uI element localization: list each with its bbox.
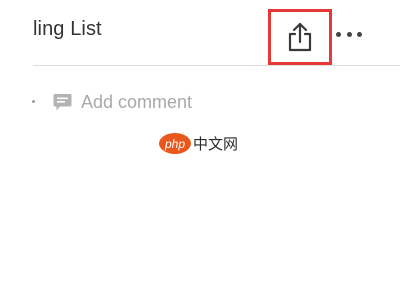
more-dot-icon: [357, 31, 362, 37]
header-divider: [33, 65, 400, 66]
more-dot-icon: [346, 31, 352, 37]
watermark-text: 中文网: [193, 136, 239, 153]
share-button[interactable]: [268, 9, 332, 65]
more-dot-icon: [336, 31, 341, 37]
add-comment-label: Add comment: [81, 92, 193, 112]
share-icon: [285, 21, 315, 53]
comment-icon: [53, 94, 72, 111]
page-title: ling List: [33, 18, 102, 40]
watermark-badge: php: [159, 133, 191, 154]
watermark-logo: php 中文网: [159, 133, 238, 154]
more-options-button[interactable]: [336, 26, 362, 42]
add-comment-button[interactable]: Add comment: [53, 92, 192, 113]
screen: ling List Add comment php 中文网: [0, 0, 400, 290]
bullet-dot: [32, 100, 35, 103]
